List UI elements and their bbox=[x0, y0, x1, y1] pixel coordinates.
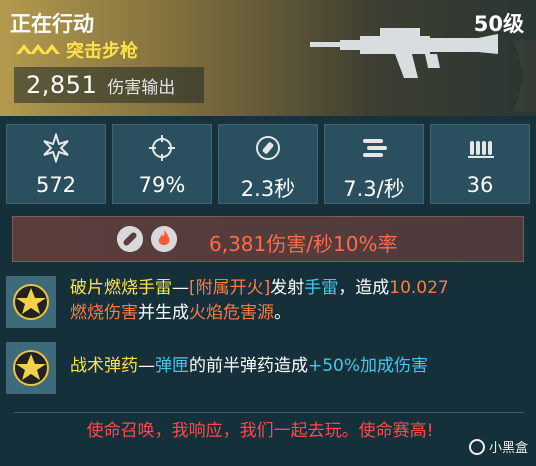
magazine-icon bbox=[468, 141, 494, 158]
heybox-logo-icon bbox=[468, 438, 485, 455]
reload-icon bbox=[256, 136, 280, 160]
stat-fire-rate: 7.3/秒 bbox=[324, 124, 424, 204]
stat-accuracy-value: 79% bbox=[138, 173, 186, 197]
rank-chevrons-icon bbox=[16, 44, 60, 54]
watermark: 小黑盒 bbox=[468, 437, 528, 456]
stat-magazine: 36 bbox=[430, 124, 530, 204]
star-badge-icon bbox=[6, 276, 56, 328]
perk-description: 破片燃烧手雷—[附属开火]发射手雷，造成10.027 燃烧伤害并生成火焰危害源。 bbox=[70, 278, 449, 323]
stats-row: 572 79% 2.3秒 7.3/秒 36 bbox=[6, 124, 530, 204]
bullet-element-icon bbox=[117, 226, 143, 252]
weapon-card: 正在行动 50级 突击步枪 2,851 伤害输出 572 79% 2.3秒 7.… bbox=[0, 0, 536, 466]
damage-output-label: 伤害输出 bbox=[107, 77, 176, 98]
fire-element-icon bbox=[151, 226, 177, 252]
perk-name: 战术弹药 bbox=[70, 356, 138, 376]
dps-bar: 6,381伤害/秒10%率 bbox=[12, 216, 524, 262]
divider bbox=[14, 412, 524, 413]
bullets-icon bbox=[363, 139, 387, 157]
crosshair-icon bbox=[149, 135, 175, 161]
burst-icon bbox=[43, 133, 69, 163]
perk-description: 战术弹药—弹匣的前半弹药造成+50%加成伤害 bbox=[70, 356, 429, 376]
dps-text: 6,381伤害/秒10%率 bbox=[209, 232, 398, 256]
stat-magazine-value: 36 bbox=[466, 173, 494, 197]
perk-name: 破片燃烧手雷 bbox=[70, 278, 172, 298]
damage-output-box: 2,851 伤害输出 bbox=[14, 67, 204, 103]
stat-fire-rate-value: 7.3/秒 bbox=[343, 177, 405, 201]
watermark-text: 小黑盒 bbox=[488, 441, 528, 456]
star-badge-icon bbox=[6, 342, 56, 394]
weapon-name: 正在行动 bbox=[10, 12, 94, 36]
flavor-quote: 使命召唤，我响应，我们一起去玩。使命赛高! bbox=[86, 421, 434, 441]
side-chevron-icon bbox=[514, 40, 536, 112]
weapon-header: 正在行动 50级 突击步枪 2,851 伤害输出 bbox=[0, 0, 536, 116]
stat-reload-value: 2.3秒 bbox=[240, 177, 296, 201]
damage-output-value: 2,851 bbox=[26, 71, 98, 99]
assault-rifle-icon bbox=[310, 28, 498, 78]
stat-damage-value: 572 bbox=[35, 173, 77, 197]
stat-accuracy: 79% bbox=[112, 124, 212, 204]
stat-damage: 572 bbox=[6, 124, 106, 204]
weapon-type-label: 突击步枪 bbox=[66, 41, 138, 62]
stat-reload: 2.3秒 bbox=[218, 124, 318, 204]
